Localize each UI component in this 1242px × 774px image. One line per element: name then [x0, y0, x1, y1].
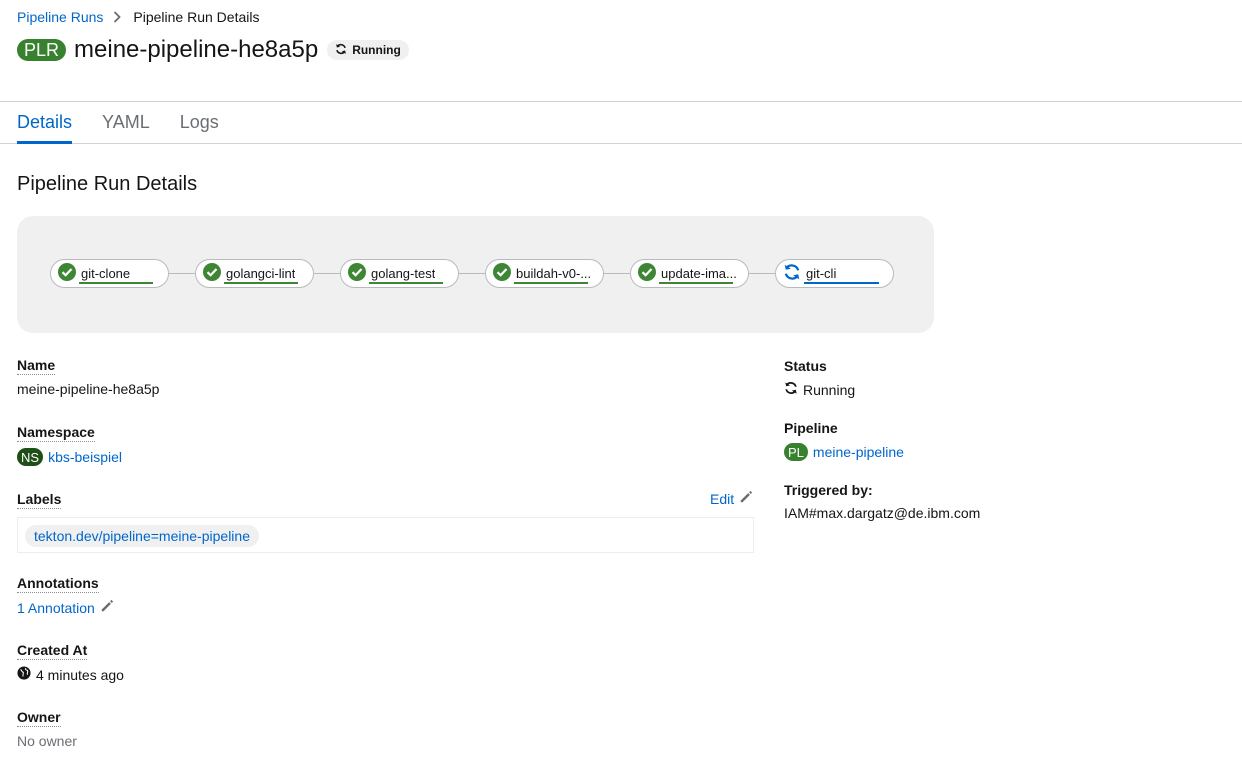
edit-labels-button[interactable]: Edit — [710, 490, 753, 507]
section-title: Pipeline Run Details — [17, 173, 198, 195]
tab-logs[interactable]: Logs — [180, 102, 219, 143]
pipeline-label: Pipeline — [784, 420, 838, 436]
tab-details[interactable]: Details — [17, 102, 73, 144]
tab-yaml[interactable]: YAML — [102, 102, 150, 143]
task-progress-bar — [804, 282, 879, 284]
sync-icon — [784, 381, 798, 398]
task-connector — [748, 273, 775, 274]
resource-badge: PLR — [17, 39, 67, 61]
annotations-value: 1 Annotation — [17, 599, 114, 616]
pencil-icon — [739, 490, 753, 507]
task-progress-bar — [369, 282, 443, 284]
name-field: Name meine-pipeline-he8a5p — [17, 357, 159, 397]
breadcrumb-current: Pipeline Run Details — [133, 9, 260, 25]
page-title: meine-pipeline-he8a5p — [74, 36, 319, 63]
edit-label: Edit — [710, 490, 735, 507]
status-badge-label: Running — [352, 43, 401, 57]
created-at-text: 4 minutes ago — [36, 666, 124, 683]
owner-value: No owner — [17, 733, 77, 749]
page-header: PLR meine-pipeline-he8a5p Running — [17, 36, 409, 64]
check-circle-icon — [203, 263, 221, 284]
task-name: buildah-v0-... — [516, 266, 592, 281]
task-node-git-cli[interactable]: git-cli — [775, 259, 894, 288]
check-circle-icon — [58, 263, 76, 284]
task-name: golang-test — [371, 266, 436, 281]
name-label: Name — [17, 357, 56, 375]
task-name: git-cli — [806, 266, 837, 281]
check-circle-icon — [638, 263, 656, 284]
namespace-field: Namespace NS kbs-beispiel — [17, 424, 122, 466]
labels-field: Labels — [17, 491, 62, 509]
status-field: Status Running — [784, 358, 855, 398]
sync-running-icon — [783, 263, 801, 284]
triggered-by-field: Triggered by: IAM#max.dargatz@de.ibm.com — [784, 482, 980, 521]
task-progress-bar — [79, 282, 153, 284]
name-value: meine-pipeline-he8a5p — [17, 381, 160, 397]
namespace-value: NS kbs-beispiel — [17, 448, 122, 466]
labels-label: Labels — [17, 491, 62, 509]
chevron-right-icon — [113, 11, 122, 23]
annotations-field: Annotations 1 Annotation — [17, 575, 114, 616]
check-circle-icon — [348, 263, 366, 284]
pipeline-topology: git-clone golangci-lint golang-test buil… — [17, 216, 934, 333]
task-node-golangci-lint[interactable]: golangci-lint — [195, 259, 314, 288]
task-name: golangci-lint — [226, 266, 296, 281]
status-value: Running — [784, 381, 855, 398]
namespace-badge: NS — [17, 448, 44, 466]
breadcrumb-pipeline-runs-link[interactable]: Pipeline Runs — [17, 9, 103, 25]
pipeline-value: PL meine-pipeline — [784, 443, 904, 461]
status-text: Running — [803, 381, 856, 398]
breadcrumb: Pipeline Runs Pipeline Run Details — [17, 9, 259, 25]
task-connector — [603, 273, 630, 274]
task-node-buildah[interactable]: buildah-v0-... — [485, 259, 604, 288]
triggered-by-label: Triggered by: — [784, 482, 873, 498]
triggered-by-value: IAM#max.dargatz@de.ibm.com — [784, 505, 981, 521]
labels-box[interactable]: tekton.dev/pipeline=meine-pipeline — [17, 517, 754, 553]
created-at-value: 4 minutes ago — [17, 666, 124, 683]
tab-bar: Details YAML Logs — [0, 102, 1242, 144]
namespace-label: Namespace — [17, 424, 95, 442]
globe-icon — [17, 666, 31, 683]
namespace-link[interactable]: kbs-beispiel — [48, 449, 122, 465]
pipeline-link[interactable]: meine-pipeline — [813, 444, 904, 460]
sync-icon — [335, 43, 347, 58]
status-badge: Running — [327, 40, 409, 60]
pipeline-field: Pipeline PL meine-pipeline — [784, 420, 904, 461]
created-at-field: Created At 4 minutes ago — [17, 642, 124, 683]
task-node-golang-test[interactable]: golang-test — [340, 259, 459, 288]
task-node-update-image[interactable]: update-ima... — [630, 259, 749, 288]
owner-field: Owner No owner — [17, 709, 77, 749]
pipeline-badge: PL — [784, 443, 808, 461]
task-connector — [458, 273, 485, 274]
annotations-link[interactable]: 1 Annotation — [17, 600, 95, 616]
owner-label: Owner — [17, 709, 61, 727]
task-name: update-ima... — [661, 266, 737, 281]
task-progress-bar — [659, 282, 733, 284]
task-connector — [313, 273, 340, 274]
label-chip[interactable]: tekton.dev/pipeline=meine-pipeline — [25, 525, 259, 547]
task-progress-bar — [224, 282, 298, 284]
annotations-label: Annotations — [17, 575, 99, 593]
pencil-icon[interactable] — [100, 599, 114, 616]
task-connector — [168, 273, 195, 274]
task-name: git-clone — [81, 266, 131, 281]
task-node-git-clone[interactable]: git-clone — [50, 259, 169, 288]
task-progress-bar — [514, 282, 588, 284]
check-circle-icon — [493, 263, 511, 284]
status-label: Status — [784, 358, 827, 374]
created-at-label: Created At — [17, 642, 88, 660]
